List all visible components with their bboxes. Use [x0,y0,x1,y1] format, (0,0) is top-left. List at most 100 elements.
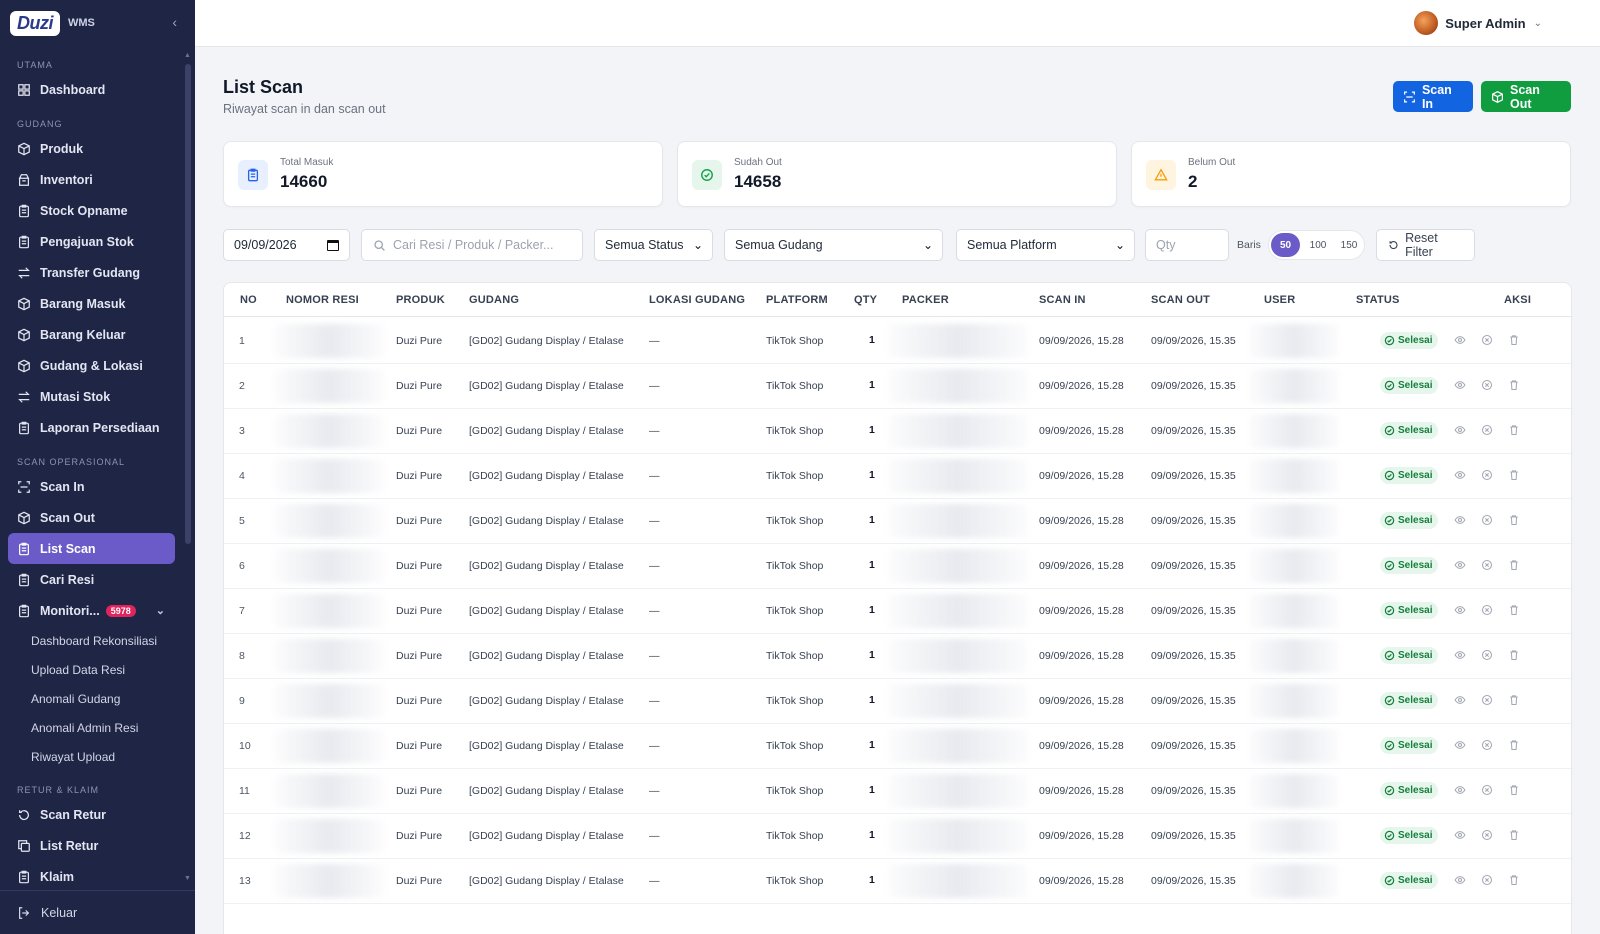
sidebar-subitem-anomali-admin-resi[interactable]: Anomali Admin Resi [0,713,183,742]
sidebar-subitem-upload-data-resi[interactable]: Upload Data Resi [0,655,183,684]
trash-icon[interactable] [1508,379,1520,391]
column-header-gudang[interactable]: GUDANG [469,294,519,306]
platform-select[interactable]: Semua Platform ⌄ [956,229,1135,261]
table-row[interactable]: 7 Duzi Pure [GD02] Gudang Display / Etalas… [224,588,1571,634]
sidebar-item-laporan-persediaan[interactable]: Laporan Persediaan [8,412,175,443]
column-header-qty[interactable]: QTY [854,294,877,306]
sidebar-subitem-anomali-gudang[interactable]: Anomali Gudang [0,684,183,713]
column-header-nomor-resi[interactable]: NOMOR RESI [286,294,359,306]
eye-icon[interactable] [1454,559,1466,571]
status-select[interactable]: Semua Status ⌄ [594,229,713,261]
trash-icon[interactable] [1508,469,1520,481]
trash-icon[interactable] [1508,784,1520,796]
table-row[interactable]: 6 Duzi Pure [GD02] Gudang Display / Etalas… [224,543,1571,589]
trash-icon[interactable] [1508,424,1520,436]
duzi-logo[interactable]: Duzi [10,10,60,36]
column-header-scan-out[interactable]: SCAN OUT [1151,294,1210,306]
cancel-icon[interactable] [1481,829,1493,841]
trash-icon[interactable] [1508,829,1520,841]
sidebar-item-stock-opname[interactable]: Stock Opname [8,195,175,226]
search-input[interactable]: Cari Resi / Produk / Packer... [361,229,583,261]
eye-icon[interactable] [1454,604,1466,616]
date-filter[interactable]: 09/09/2026 [223,229,350,261]
brand[interactable]: Duzi WMS [0,0,195,46]
table-row[interactable]: 4 Duzi Pure [GD02] Gudang Display / Etalas… [224,453,1571,499]
cancel-icon[interactable] [1481,649,1493,661]
eye-icon[interactable] [1454,784,1466,796]
sidebar-subitem-riwayat-upload[interactable]: Riwayat Upload [0,742,183,771]
column-header-lokasi-gudang[interactable]: LOKASI GUDANG [649,294,745,306]
user-menu[interactable]: Super Admin ⌄ [1414,11,1542,35]
cancel-icon[interactable] [1481,334,1493,346]
eye-icon[interactable] [1454,514,1466,526]
eye-icon[interactable] [1454,874,1466,886]
cancel-icon[interactable] [1481,514,1493,526]
column-header-produk[interactable]: PRODUK [396,294,445,306]
table-row[interactable]: 10 Duzi Pure [GD02] Gudang Display / Etala… [224,723,1571,769]
sidebar-item-barang-masuk[interactable]: Barang Masuk [8,288,175,319]
sidebar-item-monitori[interactable]: Monitori... 5978 ⌄ [8,595,175,626]
column-header-scan-in[interactable]: SCAN IN [1039,294,1086,306]
table-row[interactable]: 9 Duzi Pure [GD02] Gudang Display / Etalas… [224,678,1571,724]
scroll-up-icon[interactable]: ▲ [184,52,191,59]
sidebar-item-produk[interactable]: Produk [8,133,175,164]
eye-icon[interactable] [1454,829,1466,841]
cancel-icon[interactable] [1481,874,1493,886]
sidebar-scroll-thumb[interactable] [185,64,191,544]
eye-icon[interactable] [1454,334,1466,346]
table-row[interactable]: 2 Duzi Pure [GD02] Gudang Display / Etalas… [224,363,1571,409]
baris-option-100[interactable]: 100 [1303,233,1333,257]
sidebar-item-list-scan[interactable]: List Scan [8,533,175,564]
table-row[interactable]: 8 Duzi Pure [GD02] Gudang Display / Etalas… [224,633,1571,679]
column-header-user[interactable]: USER [1264,294,1295,306]
column-header-no[interactable]: NO [240,294,257,306]
trash-icon[interactable] [1508,604,1520,616]
calendar-icon[interactable] [327,239,339,251]
cancel-icon[interactable] [1481,604,1493,616]
column-header-packer[interactable]: PACKER [902,294,949,306]
sidebar-item-pengajuan-stok[interactable]: Pengajuan Stok [8,226,175,257]
table-row[interactable]: 3 Duzi Pure [GD02] Gudang Display / Etalas… [224,408,1571,454]
column-header-platform[interactable]: PLATFORM [766,294,828,306]
trash-icon[interactable] [1508,334,1520,346]
sidebar-item-list-retur[interactable]: List Retur [8,830,175,861]
eye-icon[interactable] [1454,739,1466,751]
cancel-icon[interactable] [1481,469,1493,481]
sidebar-subitem-dashboard-rekonsiliasi[interactable]: Dashboard Rekonsiliasi [0,626,183,655]
table-row[interactable]: 11 Duzi Pure [GD02] Gudang Display / Etala… [224,768,1571,814]
baris-option-50[interactable]: 50 [1271,233,1300,257]
cancel-icon[interactable] [1481,424,1493,436]
trash-icon[interactable] [1508,874,1520,886]
table-row[interactable]: 12 Duzi Pure [GD02] Gudang Display / Etala… [224,813,1571,859]
gudang-select[interactable]: Semua Gudang ⌄ [724,229,943,261]
logout-button[interactable]: Keluar [0,890,195,934]
chevron-down-icon[interactable]: ⌄ [156,604,165,617]
trash-icon[interactable] [1508,514,1520,526]
qty-input[interactable]: Qty [1145,229,1229,261]
sidebar-item-klaim[interactable]: Klaim [8,861,175,890]
sidebar-scrollbar[interactable]: ▲ ▼ [184,52,192,882]
collapse-sidebar-icon[interactable]: ‹ [172,14,177,30]
table-row[interactable]: 5 Duzi Pure [GD02] Gudang Display / Etalas… [224,498,1571,544]
scan-in-button[interactable]: Scan In [1393,81,1473,112]
cancel-icon[interactable] [1481,739,1493,751]
sidebar-item-barang-keluar[interactable]: Barang Keluar [8,319,175,350]
scan-out-button[interactable]: Scan Out [1481,81,1571,112]
baris-option-150[interactable]: 150 [1334,233,1364,257]
sidebar-item-scan-in[interactable]: Scan In [8,471,175,502]
scroll-down-icon[interactable]: ▼ [184,875,191,882]
eye-icon[interactable] [1454,469,1466,481]
trash-icon[interactable] [1508,694,1520,706]
sidebar-item-gudang-lokasi[interactable]: Gudang & Lokasi [8,350,175,381]
sidebar-item-cari-resi[interactable]: Cari Resi [8,564,175,595]
trash-icon[interactable] [1508,739,1520,751]
eye-icon[interactable] [1454,694,1466,706]
cancel-icon[interactable] [1481,379,1493,391]
sidebar-item-mutasi-stok[interactable]: Mutasi Stok [8,381,175,412]
table-row[interactable]: 13 Duzi Pure [GD02] Gudang Display / Etala… [224,858,1571,904]
trash-icon[interactable] [1508,559,1520,571]
reset-filter-button[interactable]: Reset Filter [1376,229,1475,261]
sidebar-item-inventori[interactable]: Inventori [8,164,175,195]
sidebar-item-transfer-gudang[interactable]: Transfer Gudang [8,257,175,288]
column-header-aksi[interactable]: AKSI [1504,294,1531,306]
